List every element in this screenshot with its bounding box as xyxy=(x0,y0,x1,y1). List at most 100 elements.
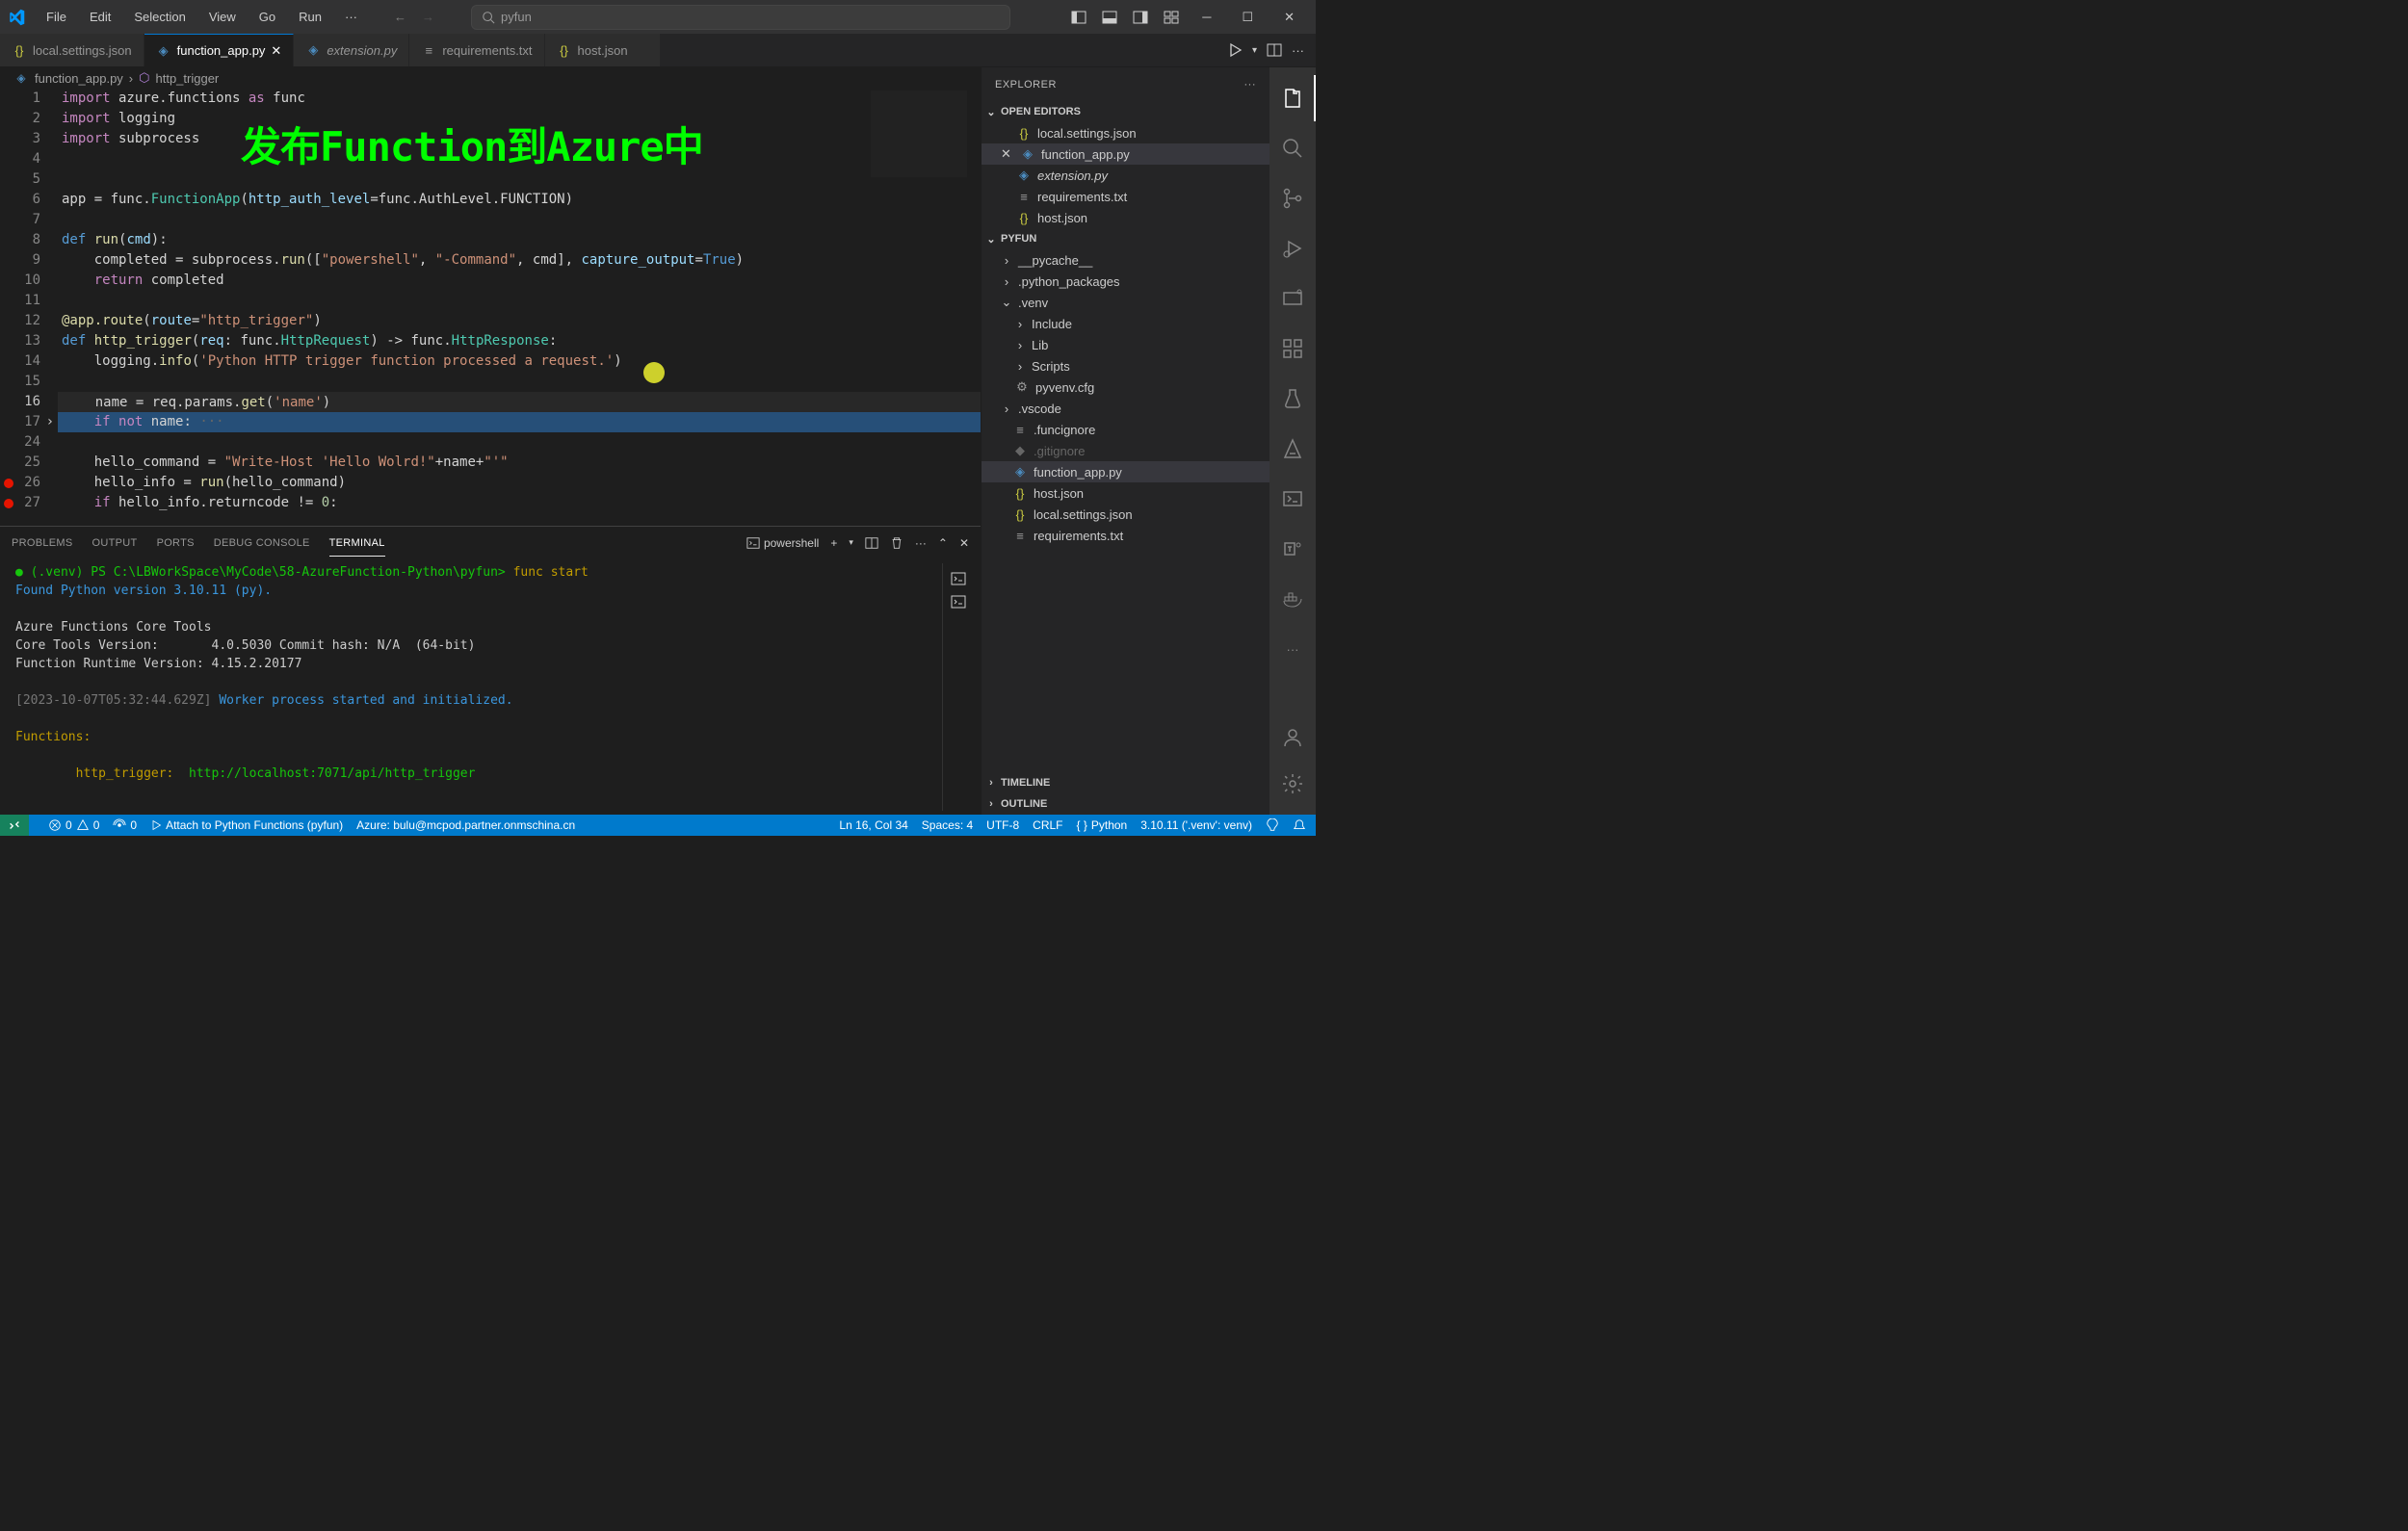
terminal-dropdown-icon[interactable]: ▾ xyxy=(849,537,853,548)
status-azure[interactable]: Azure: bulu@mcpod.partner.onmschina.cn xyxy=(356,818,575,832)
file-local-settings[interactable]: {}local.settings.json xyxy=(982,504,1269,525)
code-editor[interactable]: 发布Function到Azure中 123 456 789 101112 131… xyxy=(0,89,981,526)
command-center-search[interactable]: pyfun xyxy=(471,5,1010,30)
terminal-instance-icon[interactable] xyxy=(947,590,977,613)
activity-teams-icon[interactable] xyxy=(1269,526,1316,572)
tab-function-app[interactable]: ◈ function_app.py ✕ xyxy=(144,34,295,66)
open-editor-item[interactable]: {}local.settings.json xyxy=(982,122,1269,143)
new-terminal-icon[interactable]: + xyxy=(830,536,837,550)
activity-source-control-icon[interactable] xyxy=(1269,175,1316,221)
kill-terminal-icon[interactable] xyxy=(890,536,903,550)
menu-run[interactable]: Run xyxy=(289,4,331,30)
activity-testing-icon[interactable] xyxy=(1269,376,1316,422)
file-gitignore[interactable]: ◆.gitignore xyxy=(982,440,1269,461)
folder-venv[interactable]: ⌄.venv xyxy=(982,292,1269,313)
menu-view[interactable]: View xyxy=(199,4,246,30)
section-timeline[interactable]: › TIMELINE xyxy=(982,772,1269,793)
status-python-interpreter[interactable]: 3.10.11 ('.venv': venv) xyxy=(1140,818,1252,832)
file-pyvenv[interactable]: ⚙pyvenv.cfg xyxy=(982,376,1269,398)
tab-local-settings[interactable]: {} local.settings.json xyxy=(0,34,144,66)
file-requirements[interactable]: ≡requirements.txt xyxy=(982,525,1269,546)
panel-tab-debug[interactable]: DEBUG CONSOLE xyxy=(214,537,310,549)
open-editor-item[interactable]: ≡requirements.txt xyxy=(982,186,1269,207)
minimize-button[interactable]: ─ xyxy=(1189,0,1224,34)
menu-more[interactable]: ··· xyxy=(335,4,367,30)
remote-indicator[interactable] xyxy=(0,815,29,836)
terminal-instance-icon[interactable] xyxy=(947,567,977,590)
open-editor-item[interactable]: ◈extension.py xyxy=(982,165,1269,186)
file-funcignore[interactable]: ≡.funcignore xyxy=(982,419,1269,440)
status-ports[interactable]: 0 xyxy=(113,818,137,832)
folder-scripts[interactable]: ›Scripts xyxy=(982,355,1269,376)
panel-tab-terminal[interactable]: TERMINAL xyxy=(329,537,385,557)
folder-pycache[interactable]: ›__pycache__ xyxy=(982,249,1269,271)
file-function-app[interactable]: ◈function_app.py xyxy=(982,461,1269,482)
status-language[interactable]: { } Python xyxy=(1077,818,1128,832)
more-terminal-actions-icon[interactable]: ··· xyxy=(915,536,927,550)
section-open-editors[interactable]: ⌄ OPEN EDITORS xyxy=(982,101,1269,122)
close-icon[interactable]: ✕ xyxy=(1001,146,1014,162)
status-feedback-icon[interactable] xyxy=(1266,818,1279,832)
more-actions-icon[interactable]: ··· xyxy=(1292,43,1304,58)
layout-left-icon[interactable] xyxy=(1065,4,1092,31)
activity-explorer-icon[interactable] xyxy=(1269,75,1316,121)
folder-python-packages[interactable]: ›.python_packages xyxy=(982,271,1269,292)
status-cursor-position[interactable]: Ln 16, Col 34 xyxy=(839,818,907,832)
folder-include[interactable]: ›Include xyxy=(982,313,1269,334)
status-errors[interactable]: 0 0 xyxy=(48,818,99,832)
terminal[interactable]: ● (.venv) PS C:\LBWorkSpace\MyCode\58-Az… xyxy=(0,559,981,815)
breakpoint-icon[interactable] xyxy=(4,499,13,508)
activity-debug-icon[interactable] xyxy=(1269,225,1316,272)
tab-requirements[interactable]: ≡ requirements.txt xyxy=(409,34,544,66)
section-outline[interactable]: › OUTLINE xyxy=(982,793,1269,815)
folder-lib[interactable]: ›Lib xyxy=(982,334,1269,355)
code-content[interactable]: import azure.functions as func import lo… xyxy=(58,89,981,526)
activity-remote-icon[interactable] xyxy=(1269,275,1316,322)
menu-edit[interactable]: Edit xyxy=(80,4,120,30)
activity-azure-icon[interactable] xyxy=(1269,426,1316,472)
tab-extension[interactable]: ◈ extension.py xyxy=(294,34,409,66)
menu-file[interactable]: File xyxy=(37,4,76,30)
open-editor-item[interactable]: {}host.json xyxy=(982,207,1269,228)
activity-more-icon[interactable]: ··· xyxy=(1269,626,1316,672)
nav-forward-icon[interactable]: → xyxy=(418,6,438,28)
split-terminal-icon[interactable] xyxy=(865,536,878,550)
nav-back-icon[interactable]: ← xyxy=(390,6,410,28)
folder-vscode[interactable]: ›.vscode xyxy=(982,398,1269,419)
status-notifications-icon[interactable] xyxy=(1293,818,1306,832)
close-icon[interactable]: ✕ xyxy=(271,43,281,59)
open-editor-item[interactable]: ✕◈function_app.py xyxy=(982,143,1269,165)
panel-tab-problems[interactable]: PROBLEMS xyxy=(12,537,73,549)
file-host-json[interactable]: {}host.json xyxy=(982,482,1269,504)
maximize-panel-icon[interactable]: ⌃ xyxy=(938,536,948,550)
menu-go[interactable]: Go xyxy=(249,4,285,30)
tab-host-json[interactable]: {} host.json xyxy=(545,34,661,66)
maximize-button[interactable]: ☐ xyxy=(1228,0,1267,35)
run-button[interactable] xyxy=(1227,42,1243,58)
activity-settings-icon[interactable] xyxy=(1269,761,1316,807)
status-debug-target[interactable]: Attach to Python Functions (pyfun) xyxy=(150,818,343,832)
status-encoding[interactable]: UTF-8 xyxy=(986,818,1019,832)
breakpoint-icon[interactable] xyxy=(4,479,13,488)
layout-right-icon[interactable] xyxy=(1127,4,1154,31)
close-panel-icon[interactable]: ✕ xyxy=(959,536,969,550)
panel-tab-ports[interactable]: PORTS xyxy=(157,537,195,549)
activity-powershell-icon[interactable] xyxy=(1269,476,1316,522)
split-editor-icon[interactable] xyxy=(1267,42,1282,58)
activity-extensions-icon[interactable] xyxy=(1269,325,1316,372)
layout-bottom-icon[interactable] xyxy=(1096,4,1123,31)
explorer-more-icon[interactable]: ··· xyxy=(1244,79,1257,91)
section-project[interactable]: ⌄ PYFUN xyxy=(982,228,1269,249)
activity-docker-icon[interactable] xyxy=(1269,576,1316,622)
layout-customize-icon[interactable] xyxy=(1158,4,1185,31)
activity-account-icon[interactable] xyxy=(1269,714,1316,761)
run-dropdown[interactable]: ▾ xyxy=(1252,45,1257,56)
status-eol[interactable]: CRLF xyxy=(1033,818,1062,832)
close-button[interactable]: ✕ xyxy=(1270,0,1308,35)
status-indent[interactable]: Spaces: 4 xyxy=(922,818,973,832)
breadcrumb[interactable]: ◈ function_app.py › ⬡ http_trigger xyxy=(0,67,981,89)
panel-tab-output[interactable]: OUTPUT xyxy=(92,537,138,549)
activity-search-icon[interactable] xyxy=(1269,125,1316,171)
menu-selection[interactable]: Selection xyxy=(124,4,195,30)
terminal-shell-selector[interactable]: powershell xyxy=(746,536,819,550)
